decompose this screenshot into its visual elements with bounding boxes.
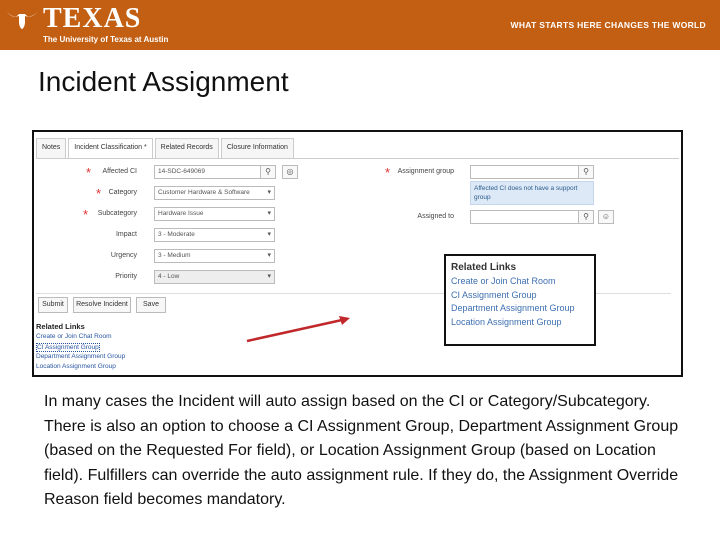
longhorn-icon [6, 11, 38, 29]
resolve-incident-button[interactable]: Resolve Incident [73, 297, 131, 313]
tab-notes[interactable]: Notes [36, 138, 67, 158]
incident-form-screenshot: Notes Incident Classification * Related … [32, 130, 683, 377]
assignment-group-label: Assignment group [397, 168, 454, 175]
callout-heading: Related Links [451, 262, 517, 273]
link-location-assignment-group[interactable]: Location Assignment Group [36, 363, 116, 370]
subcategory-label: Subcategory [97, 210, 137, 217]
priority-label: Priority [115, 273, 137, 280]
search-icon[interactable]: ⚲ [260, 165, 276, 179]
urgency-label: Urgency [110, 252, 137, 259]
search-icon[interactable]: ⚲ [578, 210, 594, 224]
urgency-select[interactable]: 3 - Medium [154, 249, 275, 263]
header-bar: TEXAS The University of Texas at Austin … [0, 0, 720, 50]
tab-divider [36, 158, 679, 159]
assigned-to-label: Assigned to [417, 213, 454, 220]
category-select[interactable]: Customer Hardware & Software [154, 186, 275, 200]
link-create-chat-room[interactable]: Create or Join Chat Room [36, 333, 112, 340]
assign-to-me-icon[interactable]: ☺ [598, 210, 614, 224]
ut-logo[interactable]: TEXAS The University of Texas at Austin [5, 4, 168, 45]
support-group-hint: Affected CI does not have a support grou… [470, 181, 594, 205]
subcategory-select[interactable]: Hardware Issue [154, 207, 275, 221]
tab-incident-classification[interactable]: Incident Classification * [68, 138, 153, 158]
related-links-callout: Related Links Create or Join Chat Room C… [444, 254, 596, 346]
link-ci-assignment-group[interactable]: CI Assignment Group [36, 343, 100, 352]
search-icon[interactable]: ⚲ [578, 165, 594, 179]
save-button[interactable]: Save [136, 297, 166, 313]
submit-button[interactable]: Submit [38, 297, 68, 313]
tab-closure-information[interactable]: Closure Information [220, 138, 294, 158]
affected-ci-label: Affected CI [102, 168, 137, 175]
logo-wordmark: TEXAS [43, 3, 142, 34]
red-arrow-icon [246, 316, 350, 343]
tab-related-records[interactable]: Related Records [154, 138, 219, 158]
assignment-group-field[interactable] [470, 165, 594, 179]
ci-details-icon[interactable]: ◎ [282, 165, 298, 179]
impact-label: Impact [115, 231, 137, 238]
link-department-assignment-group[interactable]: Department Assignment Group [36, 353, 125, 360]
priority-select: 4 - Low [154, 270, 275, 284]
callout-link-ci-assignment-group[interactable]: CI Assignment Group [451, 289, 589, 303]
affected-ci-field[interactable]: 14-SDC-649069 [154, 165, 275, 179]
logo-subtitle: The University of Texas at Austin [43, 35, 169, 44]
impact-select[interactable]: 3 - Moderate [154, 228, 275, 242]
related-links-heading: Related Links [36, 322, 85, 331]
slide-title: Incident Assignment [38, 66, 289, 97]
category-label: Category [108, 189, 137, 196]
tagline: WHAT STARTS HERE CHANGES THE WORLD [510, 20, 706, 30]
assigned-to-field[interactable] [470, 210, 594, 224]
form-tabs: Notes Incident Classification * Related … [36, 138, 296, 158]
callout-link-location-assignment-group[interactable]: Location Assignment Group [451, 316, 589, 330]
callout-link-create-chat-room[interactable]: Create or Join Chat Room [451, 275, 589, 289]
callout-link-department-assignment-group[interactable]: Department Assignment Group [451, 302, 589, 316]
explanation-text: In many cases the Incident will auto ass… [44, 393, 679, 508]
